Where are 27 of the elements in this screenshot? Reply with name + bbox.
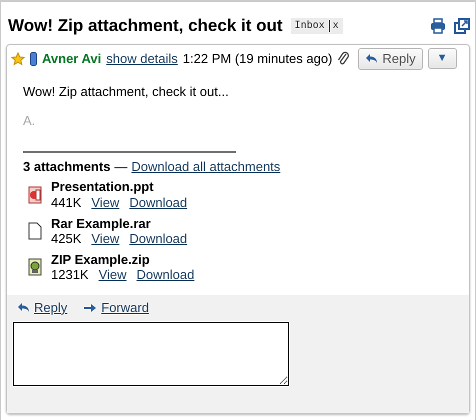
show-details-link[interactable]: show details xyxy=(106,51,178,67)
forward-link[interactable]: Forward xyxy=(83,300,149,316)
attachment-name: ZIP Example.zip xyxy=(51,252,151,268)
view-link[interactable]: View xyxy=(91,231,120,247)
attachment-name: Rar Example.rar xyxy=(51,216,152,232)
download-all-link[interactable]: Download all attachments xyxy=(131,158,280,174)
attachment-count: 3 attachments xyxy=(23,158,110,174)
message-text: Wow! Zip attachment, check it out... xyxy=(23,84,230,100)
message-time: 1:22 PM (19 minutes ago) xyxy=(182,51,332,67)
file-size: 1231K xyxy=(51,267,89,283)
reply-link[interactable]: Reply xyxy=(17,300,68,316)
download-link[interactable]: Download xyxy=(129,231,188,247)
reply-button[interactable]: Reply xyxy=(358,48,423,70)
dash-separator: — xyxy=(114,158,128,174)
file-size: 441K xyxy=(51,194,82,211)
email-subject: Wow! Zip attachment, check it out xyxy=(8,16,283,36)
remove-label-button[interactable]: x xyxy=(328,20,339,32)
file-size: 425K xyxy=(51,231,82,247)
download-link[interactable]: Download xyxy=(129,194,188,211)
signature-text: A. xyxy=(23,113,36,129)
attachment-name: Presentation.ppt xyxy=(51,179,155,195)
download-link[interactable]: Download xyxy=(136,267,194,283)
reply-options-button[interactable]: ▼ xyxy=(428,48,457,70)
sender-name: Avner Avi xyxy=(42,51,102,67)
view-link[interactable]: View xyxy=(91,194,120,211)
inbox-label: Inbox x xyxy=(290,18,343,34)
view-link[interactable]: View xyxy=(98,267,127,283)
